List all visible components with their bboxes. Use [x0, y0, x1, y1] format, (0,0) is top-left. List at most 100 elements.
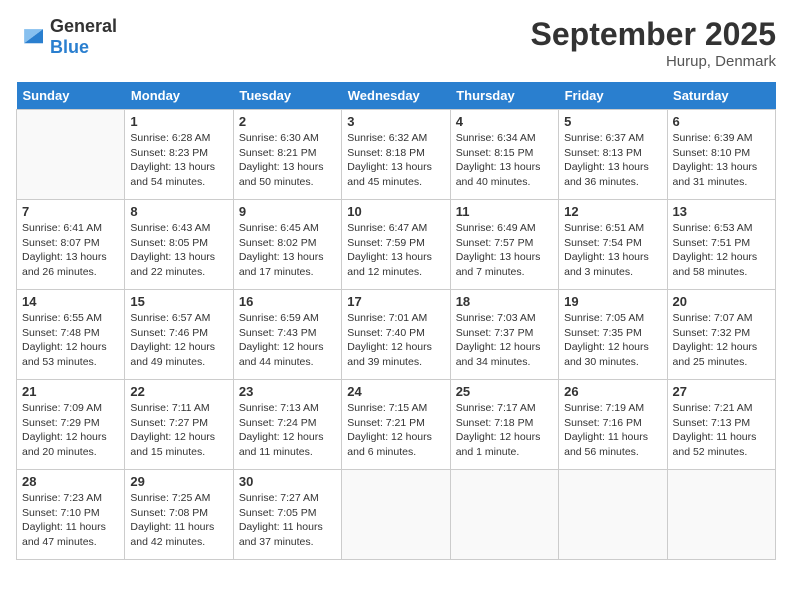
calendar-day-cell: 29Sunrise: 7:25 AMSunset: 7:08 PMDayligh…: [125, 470, 233, 560]
day-info-line: and 15 minutes.: [130, 445, 227, 460]
day-info-line: Sunrise: 7:27 AM: [239, 491, 336, 506]
day-number: 12: [564, 204, 661, 219]
day-info-line: Daylight: 12 hours: [22, 340, 119, 355]
day-info-line: Sunrise: 7:17 AM: [456, 401, 553, 416]
day-info-line: Sunset: 7:35 PM: [564, 326, 661, 341]
day-info-line: Daylight: 12 hours: [456, 430, 553, 445]
calendar-day-cell: [559, 470, 667, 560]
day-number: 22: [130, 384, 227, 399]
day-info-line: Daylight: 13 hours: [22, 250, 119, 265]
day-number: 2: [239, 114, 336, 129]
day-number: 23: [239, 384, 336, 399]
calendar-day-cell: 27Sunrise: 7:21 AMSunset: 7:13 PMDayligh…: [667, 380, 775, 470]
logo-general: General: [50, 16, 117, 36]
day-info-line: Sunrise: 7:05 AM: [564, 311, 661, 326]
day-info-line: Sunset: 7:13 PM: [673, 416, 770, 431]
day-info-line: Sunrise: 6:30 AM: [239, 131, 336, 146]
day-info-line: and 7 minutes.: [456, 265, 553, 280]
day-info-line: Daylight: 11 hours: [130, 520, 227, 535]
day-info-line: Sunrise: 7:15 AM: [347, 401, 444, 416]
day-info-line: Sunrise: 7:11 AM: [130, 401, 227, 416]
day-info-line: Sunset: 8:23 PM: [130, 146, 227, 161]
day-info-line: Daylight: 12 hours: [673, 250, 770, 265]
day-info-line: Sunset: 8:15 PM: [456, 146, 553, 161]
day-info-line: and 12 minutes.: [347, 265, 444, 280]
day-info-line: and 52 minutes.: [673, 445, 770, 460]
location: Hurup, Denmark: [531, 53, 776, 70]
day-info-line: and 34 minutes.: [456, 355, 553, 370]
day-info-line: and 58 minutes.: [673, 265, 770, 280]
day-info-line: Sunset: 8:10 PM: [673, 146, 770, 161]
day-info-line: Sunrise: 6:28 AM: [130, 131, 227, 146]
calendar-header-row: SundayMondayTuesdayWednesdayThursdayFrid…: [17, 82, 776, 110]
calendar-header-cell: Wednesday: [342, 82, 450, 110]
day-info-line: and 56 minutes.: [564, 445, 661, 460]
day-info-line: Daylight: 13 hours: [239, 250, 336, 265]
logo: General Blue: [16, 16, 117, 58]
day-number: 13: [673, 204, 770, 219]
day-info-line: Sunset: 7:43 PM: [239, 326, 336, 341]
day-number: 29: [130, 474, 227, 489]
day-info-line: Daylight: 13 hours: [130, 250, 227, 265]
day-info-line: Sunset: 7:40 PM: [347, 326, 444, 341]
day-info-line: Sunset: 7:51 PM: [673, 236, 770, 251]
day-info-line: Sunset: 8:07 PM: [22, 236, 119, 251]
day-info-line: Sunrise: 6:39 AM: [673, 131, 770, 146]
day-info-line: and 49 minutes.: [130, 355, 227, 370]
day-info-line: Sunset: 8:02 PM: [239, 236, 336, 251]
day-number: 21: [22, 384, 119, 399]
day-info-line: Daylight: 12 hours: [564, 340, 661, 355]
day-info-line: Daylight: 13 hours: [347, 250, 444, 265]
day-number: 8: [130, 204, 227, 219]
day-number: 11: [456, 204, 553, 219]
calendar-day-cell: 8Sunrise: 6:43 AMSunset: 8:05 PMDaylight…: [125, 200, 233, 290]
day-number: 9: [239, 204, 336, 219]
calendar-day-cell: 25Sunrise: 7:17 AMSunset: 7:18 PMDayligh…: [450, 380, 558, 470]
title-block: September 2025 Hurup, Denmark: [531, 16, 776, 70]
calendar-header-cell: Saturday: [667, 82, 775, 110]
day-info-line: Sunset: 7:29 PM: [22, 416, 119, 431]
calendar-day-cell: 9Sunrise: 6:45 AMSunset: 8:02 PMDaylight…: [233, 200, 341, 290]
calendar-week-row: 21 Sunrise: 7:09 AMSunset: 7:29 PM Dayligh…: [17, 380, 776, 470]
calendar-day-cell: 19Sunrise: 7:05 AMSunset: 7:35 PMDayligh…: [559, 290, 667, 380]
day-info-line: Daylight: 12 hours: [239, 340, 336, 355]
day-info-line: Sunrise: 7:09 AM: [22, 401, 119, 416]
calendar-day-cell: 28Sunrise: 7:23 AMSunset: 7:10 PMDayligh…: [17, 470, 125, 560]
day-number: 14: [22, 294, 119, 309]
day-info-line: Sunrise: 6:47 AM: [347, 221, 444, 236]
day-info-line: Sunrise: 7:23 AM: [22, 491, 119, 506]
day-number: 26: [564, 384, 661, 399]
logo-icon: [18, 26, 46, 48]
day-number: 18: [456, 294, 553, 309]
calendar-day-cell: 7Sunrise: 6:41 AMSunset: 8:07 PMDaylight…: [17, 200, 125, 290]
day-info-line: Sunrise: 6:43 AM: [130, 221, 227, 236]
calendar-day-cell: 2Sunrise: 6:30 AMSunset: 8:21 PMDaylight…: [233, 110, 341, 200]
day-info-line: and 44 minutes.: [239, 355, 336, 370]
day-number: 30: [239, 474, 336, 489]
calendar-table: SundayMondayTuesdayWednesdayThursdayFrid…: [16, 82, 776, 560]
calendar-week-row: 14Sunrise: 6:55 AMSunset: 7:48 PMDayligh…: [17, 290, 776, 380]
calendar-day-cell: 5Sunrise: 6:37 AMSunset: 8:13 PMDaylight…: [559, 110, 667, 200]
day-number: 24: [347, 384, 444, 399]
day-info-line: Daylight: 12 hours: [673, 340, 770, 355]
day-info-line: Daylight: 12 hours: [456, 340, 553, 355]
day-info-line: Sunset: 7:57 PM: [456, 236, 553, 251]
day-info-line: Daylight: 13 hours: [564, 250, 661, 265]
day-info-line: and 31 minutes.: [673, 175, 770, 190]
day-info-line: Sunrise: 6:37 AM: [564, 131, 661, 146]
calendar-day-cell: 3Sunrise: 6:32 AMSunset: 8:18 PMDaylight…: [342, 110, 450, 200]
day-info-line: Sunset: 7:18 PM: [456, 416, 553, 431]
day-info-line: Daylight: 13 hours: [456, 250, 553, 265]
day-number: 17: [347, 294, 444, 309]
day-info-line: Sunrise: 6:49 AM: [456, 221, 553, 236]
day-info-line: Daylight: 13 hours: [347, 160, 444, 175]
day-info-line: and 37 minutes.: [239, 535, 336, 550]
day-info-line: and 40 minutes.: [456, 175, 553, 190]
day-info-line: Sunrise: 6:32 AM: [347, 131, 444, 146]
calendar-day-cell: 11 Sunrise: 6:49 AMSunset: 7:57 PMDayligh…: [450, 200, 558, 290]
day-info-line: Sunrise: 7:21 AM: [673, 401, 770, 416]
calendar-day-cell: 22Sunrise: 7:11 AMSunset: 7:27 PMDayligh…: [125, 380, 233, 470]
day-info-line: Sunset: 7:24 PM: [239, 416, 336, 431]
calendar-header-cell: Tuesday: [233, 82, 341, 110]
day-info-line: and 53 minutes.: [22, 355, 119, 370]
